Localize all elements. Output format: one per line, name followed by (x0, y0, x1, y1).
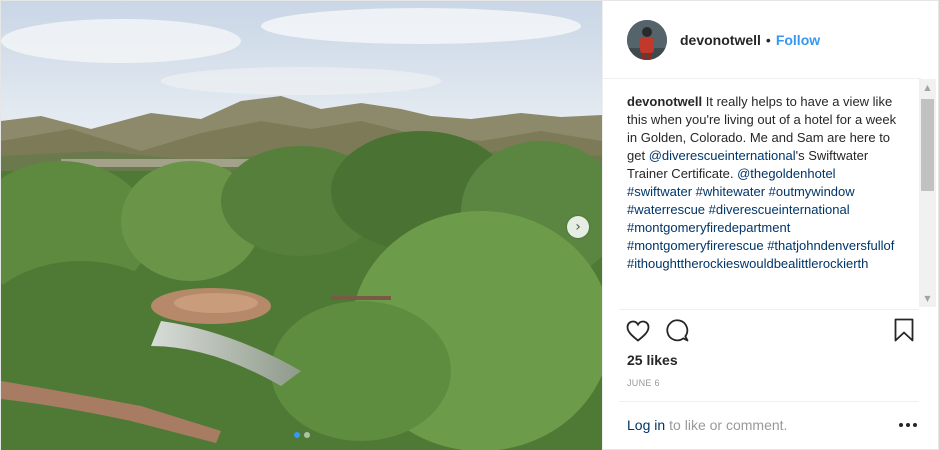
caption-username[interactable]: devonotwell (627, 94, 702, 109)
scroll-down-arrow-icon[interactable]: ▼ (919, 290, 936, 307)
heart-icon (626, 320, 650, 342)
hashtag-link[interactable]: #waterrescue (627, 202, 705, 217)
post-photo[interactable]: › (1, 1, 602, 450)
comment-icon (666, 319, 689, 342)
post-date[interactable]: JUNE 6 (627, 378, 660, 388)
scroll-up-arrow-icon[interactable]: ▲ (919, 79, 936, 96)
bookmark-icon (894, 318, 914, 342)
login-prompt: Log in to like or comment. (627, 417, 917, 433)
save-button[interactable] (891, 317, 917, 343)
post-side-panel: devonotwell • Follow devonotwell It real… (602, 1, 939, 450)
likes-count[interactable]: 25 likes (627, 352, 678, 368)
login-prompt-text: to like or comment. (669, 417, 788, 433)
action-bar (625, 317, 921, 345)
hashtag-link[interactable]: #diverescueinternational (709, 202, 850, 217)
divider (619, 401, 919, 402)
scroll-thumb[interactable] (921, 99, 934, 191)
comment-button[interactable] (665, 318, 691, 344)
like-button[interactable] (625, 318, 651, 344)
hashtag-link[interactable]: #swiftwater (627, 184, 692, 199)
carousel-next-button[interactable]: › (567, 216, 589, 238)
mention-link[interactable]: @thegoldenhotel (737, 166, 836, 181)
hashtag-link[interactable]: #thatjohndenversfullof (767, 238, 894, 253)
photo-image (1, 1, 602, 450)
avatar[interactable] (627, 19, 667, 60)
mention-link[interactable]: @diverescueinternational (649, 148, 796, 163)
chevron-right-icon: › (575, 219, 581, 235)
avatar-image (627, 19, 667, 60)
carousel-dot-active (293, 432, 300, 438)
carousel-indicator (1, 432, 602, 438)
hashtag-link[interactable]: #montgomeryfirerescue (627, 238, 764, 253)
hashtag-link[interactable]: #montgomeryfiredepartment (627, 220, 790, 235)
login-link[interactable]: Log in (627, 417, 665, 433)
post-username[interactable]: devonotwell (680, 32, 761, 48)
separator-dot: • (765, 31, 771, 48)
instagram-post: › devonotwell • Follow devonotwell It re… (0, 0, 939, 450)
hashtag-link[interactable]: #whitewater (696, 184, 765, 199)
hashtag-link[interactable]: #outmywindow (769, 184, 855, 199)
more-options-icon[interactable] (899, 423, 917, 429)
divider (619, 309, 919, 310)
post-header: devonotwell • Follow (603, 1, 921, 79)
follow-button[interactable]: Follow (776, 32, 820, 48)
hashtag-link[interactable]: #ithoughttherockieswouldbealittlerockier… (627, 256, 868, 271)
caption: devonotwell It really helps to have a vi… (627, 93, 897, 309)
carousel-dot (303, 432, 310, 438)
caption-scrollbar[interactable]: ▲ ▼ (919, 79, 936, 307)
